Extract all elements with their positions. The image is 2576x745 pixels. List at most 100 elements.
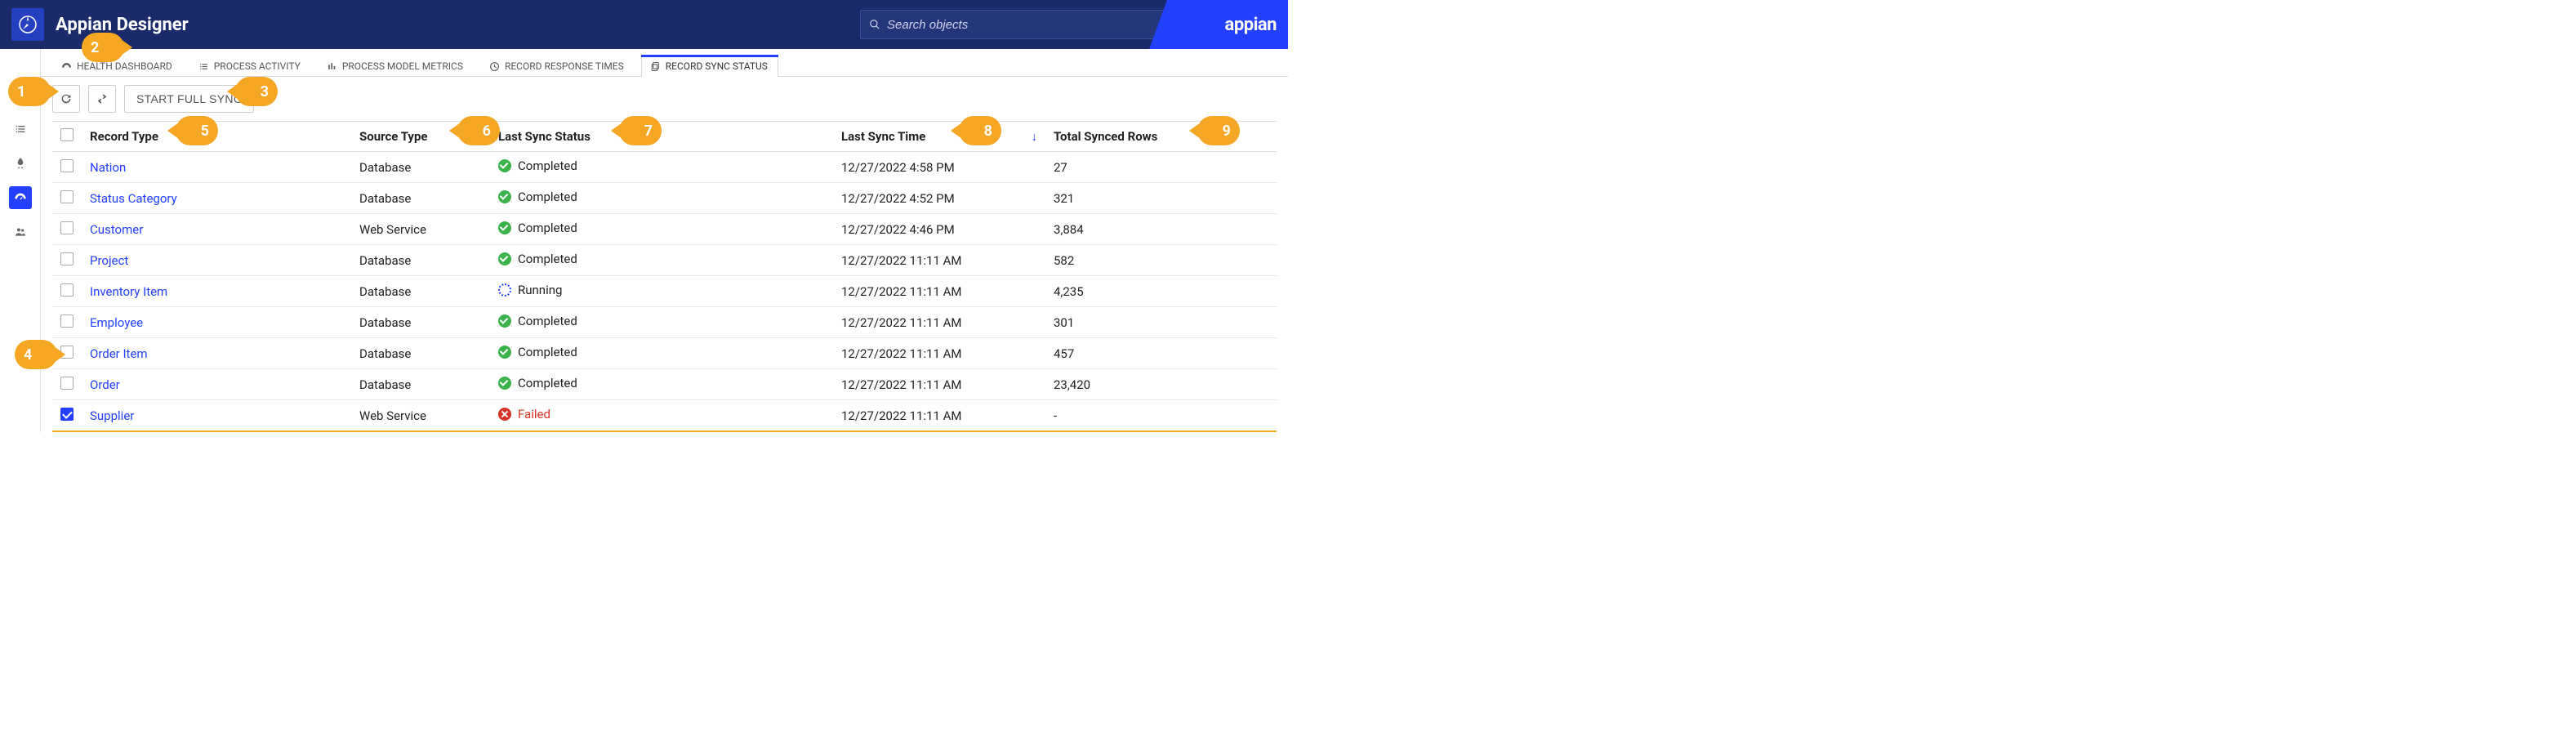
status-text: Completed [518,252,577,266]
table-row: EmployeeDatabaseCompleted12/27/2022 11:1… [52,307,1277,338]
record-type-link[interactable]: Project [90,253,128,268]
app-icon [11,8,44,41]
row-checkbox[interactable] [60,221,74,234]
source-type-cell: Database [351,276,490,307]
check-circle-icon [498,377,511,390]
row-checkbox[interactable] [60,377,74,390]
left-rail [0,49,41,432]
record-type-link[interactable]: Order [90,377,120,392]
status-text: Running [518,283,562,297]
check-circle-icon [498,315,511,328]
compass-icon [18,15,38,34]
time-cell: 12/27/2022 11:11 AM [833,307,1045,338]
status-cell: Completed [490,245,833,276]
check-circle-icon [498,252,511,265]
record-type-link[interactable]: Status Category [90,191,177,206]
check-circle-icon [498,159,511,172]
tab-health-dashboard[interactable]: HEALTH DASHBOARD [52,55,183,77]
search-input[interactable] [887,18,1194,32]
col-total-synced-rows[interactable]: Total Synced Rows [1045,122,1277,152]
status-text: Completed [518,376,577,390]
status-cell: Failed [490,400,833,432]
rail-item-monitor[interactable] [9,186,32,209]
row-checkbox[interactable] [60,283,74,297]
row-checkbox[interactable] [60,408,74,421]
record-type-link[interactable]: Inventory Item [90,284,167,299]
status-cell: Completed [490,338,833,369]
tab-label: RECORD RESPONSE TIMES [505,60,624,72]
x-circle-icon [498,408,511,421]
rows-cell: 23,420 [1045,369,1277,400]
tab-process-model-metrics[interactable]: PROCESS MODEL METRICS [318,55,474,77]
status-cell: Completed [490,214,833,245]
rows-cell: 301 [1045,307,1277,338]
row-checkbox[interactable] [60,159,74,172]
col-last-sync-status[interactable]: Last Sync Status [490,122,833,152]
brand-banner: appian [1149,0,1288,49]
search-icon [869,19,880,30]
rows-cell: 4,235 [1045,276,1277,307]
copy-icon [650,61,661,72]
tab-record-sync-status[interactable]: RECORD SYNC STATUS [641,55,778,77]
source-type-cell: Database [351,369,490,400]
tab-label: PROCESS MODEL METRICS [342,60,463,72]
tab-record-response-times[interactable]: RECORD RESPONSE TIMES [480,55,635,77]
sync-status-table: Record Type Source Type Last Sync Status… [52,121,1277,432]
status-cell: Completed [490,369,833,400]
status-text: Completed [518,221,577,235]
rows-cell: - [1045,400,1277,432]
col-last-sync-time[interactable]: Last Sync Time ↓ [833,122,1045,152]
rail-item-deploy[interactable] [9,152,32,175]
table-row: ProjectDatabaseCompleted12/27/2022 11:11… [52,245,1277,276]
row-checkbox[interactable] [60,190,74,203]
record-type-link[interactable]: Supplier [90,408,134,423]
rail-item-list[interactable] [9,118,32,141]
row-checkbox[interactable] [60,252,74,265]
select-all-checkbox[interactable] [60,128,74,141]
check-circle-icon [498,346,511,359]
source-type-cell: Database [351,338,490,369]
table-row: Status Category DatabaseCompleted12/27/20… [52,183,1277,214]
start-full-sync-button[interactable]: START FULL SYNC [124,85,254,113]
source-type-cell: Database [351,245,490,276]
record-type-link[interactable]: Order Item [90,346,148,361]
rail-item-explore[interactable] [9,83,32,106]
app-title: Appian Designer [56,15,189,35]
table-row: CustomerWeb ServiceCompleted12/27/2022 4… [52,214,1277,245]
time-cell: 12/27/2022 4:46 PM [833,214,1045,245]
toolbar: START FULL SYNC [52,85,1277,113]
col-source-type[interactable]: Source Type [351,122,490,152]
col-last-sync-time-label: Last Sync Time [841,129,925,144]
record-type-link[interactable]: Customer [90,222,143,237]
source-type-cell: Database [351,183,490,214]
table-row: Supplier Web Service Failed 12/27/2022 11:1… [52,400,1277,432]
compare-button[interactable] [88,85,116,113]
time-cell: 12/27/2022 11:11 AM [833,276,1045,307]
time-cell: 12/27/2022 11:11 AM [833,400,1045,432]
col-record-type[interactable]: Record Type [82,122,351,152]
record-type-link[interactable]: Nation [90,160,126,175]
tab-label: RECORD SYNC STATUS [666,60,768,72]
time-cell: 12/27/2022 4:52 PM [833,183,1045,214]
record-type-link[interactable]: Employee [90,315,143,330]
tabs-row: HEALTH DASHBOARD PROCESS ACTIVITY PROCESS … [41,49,1288,77]
row-checkbox[interactable] [60,346,74,359]
refresh-button[interactable] [52,85,80,113]
row-checkbox[interactable] [60,315,74,328]
status-text: Completed [518,345,577,359]
table-row: NationDatabaseCompleted12/27/2022 4:58 P… [52,152,1277,183]
check-circle-icon [498,190,511,203]
status-text: Completed [518,314,577,328]
search-box[interactable] [860,10,1203,39]
rail-item-users[interactable] [9,221,32,243]
sort-desc-icon: ↓ [1032,129,1038,144]
status-cell: Completed [490,183,833,214]
source-type-cell: Web Service [351,400,490,432]
list-icon [198,61,209,72]
rows-cell: 457 [1045,338,1277,369]
select-all-header[interactable] [52,122,82,152]
rows-cell: 3,884 [1045,214,1277,245]
gauge-icon [61,61,72,72]
tab-process-activity[interactable]: PROCESS ACTIVITY [189,55,311,77]
status-text[interactable]: Failed [518,407,550,422]
